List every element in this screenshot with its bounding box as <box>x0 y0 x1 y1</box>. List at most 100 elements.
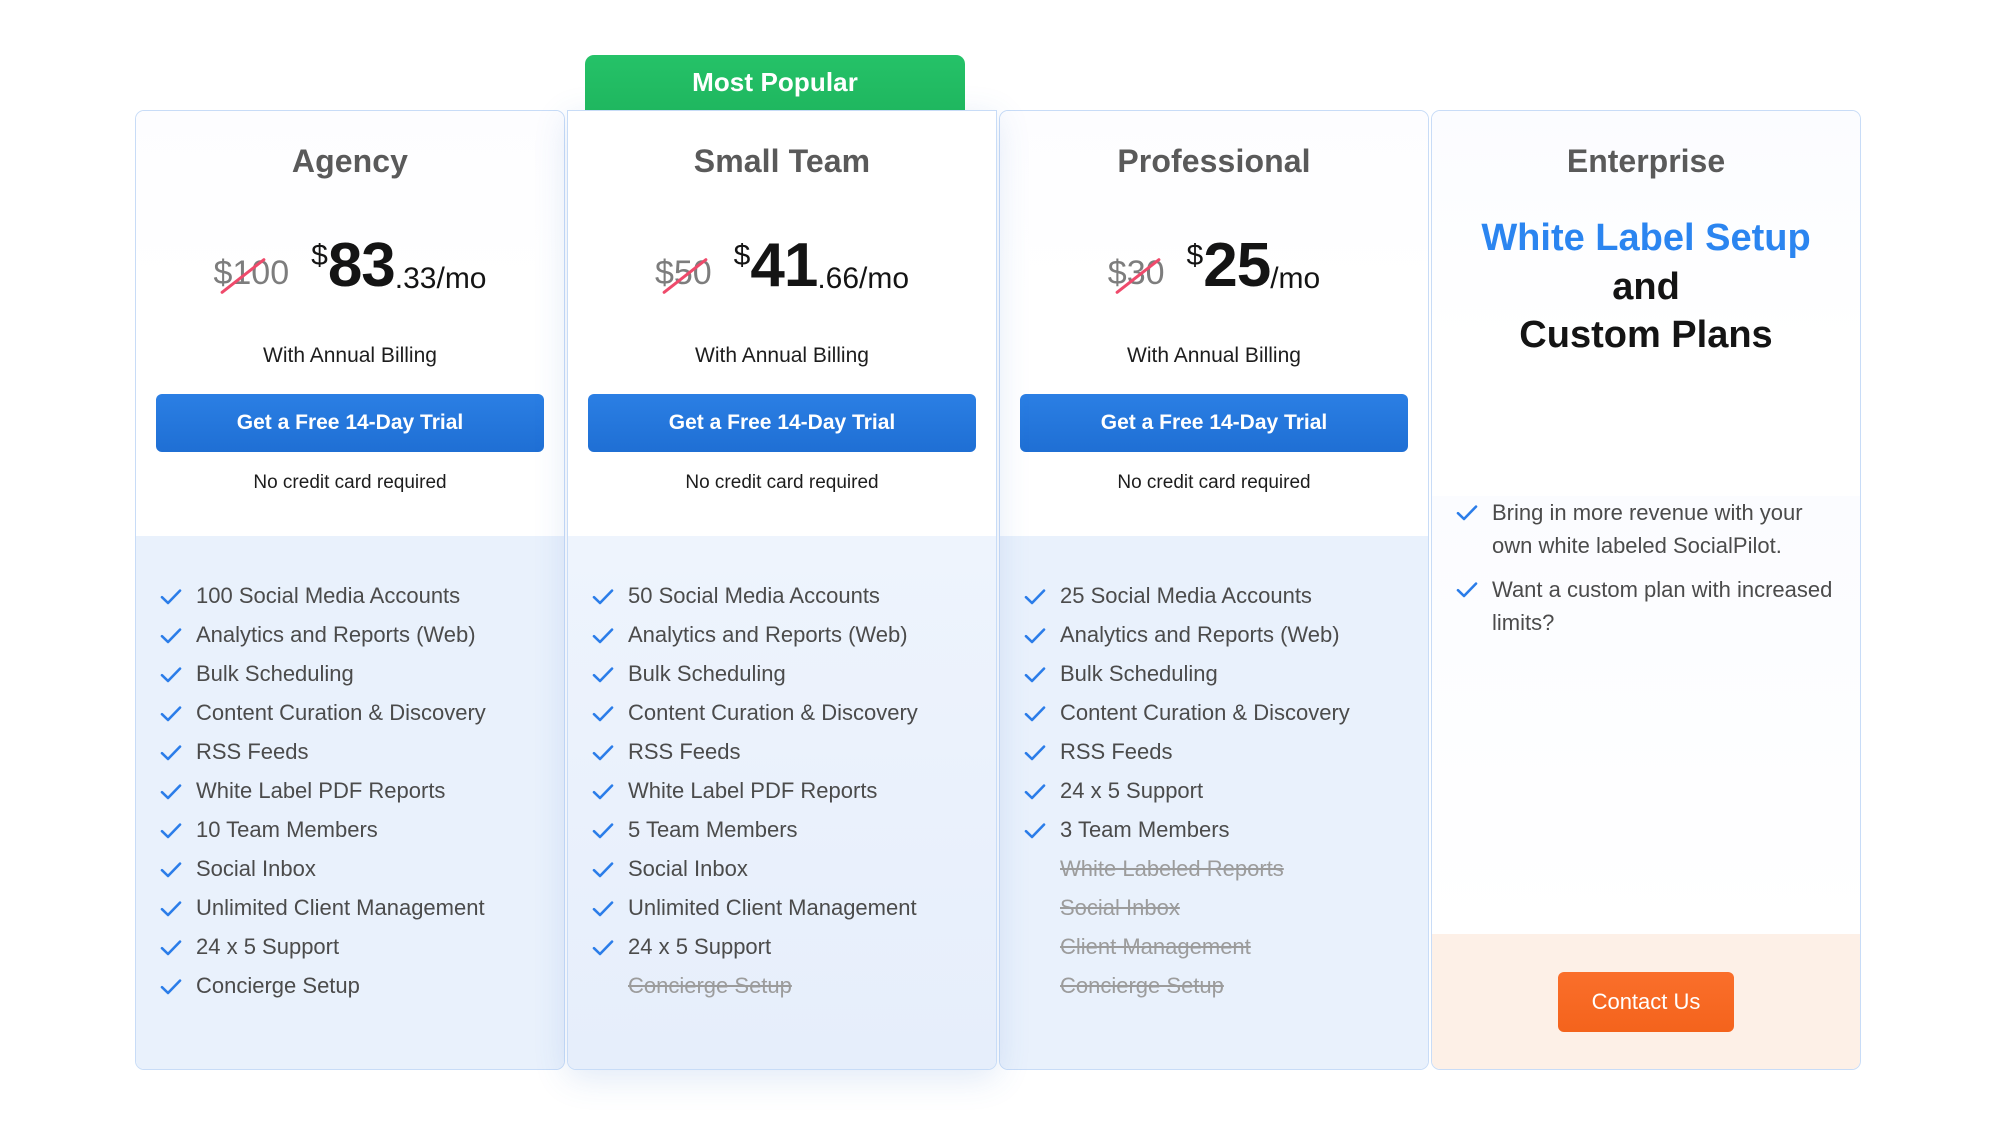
old-price: $50 <box>655 256 712 296</box>
feature-label: Concierge Setup <box>196 973 360 998</box>
no-credit-card-note: No credit card required <box>1117 472 1311 493</box>
check-icon <box>1024 736 1046 761</box>
price-row: $50 $ 41 .66/mo <box>588 226 976 296</box>
price-fraction: .33/mo <box>394 262 487 295</box>
feature-label: 24 x 5 Support <box>1060 778 1204 803</box>
price-integer: 41 <box>750 230 818 300</box>
feature-list: 100 Social Media Accounts Analytics and … <box>136 536 564 1069</box>
feature-item: White Label PDF Reports <box>160 775 542 814</box>
no-credit-card-note: No credit card required <box>685 472 879 493</box>
check-icon <box>592 658 614 683</box>
feature-item: 50 Social Media Accounts <box>592 580 974 619</box>
feature-item: Bulk Scheduling <box>1024 658 1406 697</box>
pricing-cards-row: Agency $100 $ 83 .33/mo With Annual Bill… <box>135 110 1862 1070</box>
feature-item: Concierge Setup <box>160 970 542 1009</box>
feature-item: 100 Social Media Accounts <box>160 580 542 619</box>
feature-label: RSS Feeds <box>196 739 309 764</box>
feature-item: 24 x 5 Support <box>592 931 974 970</box>
tagline-highlight: White Label Setup <box>1481 217 1811 259</box>
check-icon <box>160 970 182 995</box>
feature-item: 24 x 5 Support <box>1024 775 1406 814</box>
old-price: $100 <box>213 256 289 296</box>
enterprise-plan-name: Enterprise <box>1566 143 1726 179</box>
feature-label: 3 Team Members <box>1060 817 1230 842</box>
most-popular-label: Most Popular <box>692 67 858 97</box>
feature-item: Content Curation & Discovery <box>1024 697 1406 736</box>
feature-item: White Label PDF Reports <box>592 775 974 814</box>
feature-item: Social Inbox <box>160 853 542 892</box>
old-price-text: $100 <box>213 254 290 292</box>
feature-item: Client Management <box>1024 931 1406 970</box>
feature-item: Content Curation & Discovery <box>592 697 974 736</box>
check-icon <box>1024 697 1046 722</box>
price-fraction: .66/mo <box>817 262 910 295</box>
feature-label: 24 x 5 Support <box>628 934 772 959</box>
check-icon <box>1456 496 1478 521</box>
feature-label: White Label PDF Reports <box>628 778 878 803</box>
currency-symbol: $ <box>1186 238 1204 272</box>
free-trial-button-agency[interactable]: Get a Free 14-Day Trial <box>156 394 544 452</box>
feature-label: Analytics and Reports (Web) <box>628 622 908 647</box>
check-icon <box>592 580 614 605</box>
most-popular-badge: Most Popular <box>585 55 965 110</box>
free-trial-button-professional[interactable]: Get a Free 14-Day Trial <box>1020 394 1408 452</box>
feature-item: 3 Team Members <box>1024 814 1406 853</box>
enterprise-feature-item: Want a custom plan with increased limits… <box>1456 573 1834 640</box>
enterprise-feature-label: Bring in more revenue with your own whit… <box>1492 500 1803 559</box>
currency-symbol: $ <box>733 238 751 272</box>
feature-item: Concierge Setup <box>592 970 974 1009</box>
feature-item: 24 x 5 Support <box>160 931 542 970</box>
feature-list: 50 Social Media Accounts Analytics and R… <box>568 536 996 1069</box>
check-icon <box>1024 814 1046 839</box>
current-price: $ 41 .66/mo <box>733 230 910 300</box>
feature-label: Concierge Setup <box>1060 973 1224 998</box>
card-header: Agency $100 $ 83 .33/mo With Annual Bill… <box>136 111 564 536</box>
feature-label: Social Inbox <box>628 856 748 881</box>
check-icon <box>592 931 614 956</box>
enterprise-header: Enterprise White Label Setup and Custom P… <box>1432 111 1860 496</box>
feature-label: Bulk Scheduling <box>628 661 786 686</box>
feature-item: 25 Social Media Accounts <box>1024 580 1406 619</box>
feature-label: Concierge Setup <box>628 973 792 998</box>
check-icon <box>160 619 182 644</box>
feature-item: Analytics and Reports (Web) <box>592 619 974 658</box>
check-icon <box>1024 619 1046 644</box>
check-icon <box>160 580 182 605</box>
feature-item: Concierge Setup <box>1024 970 1406 1009</box>
feature-label: Content Curation & Discovery <box>196 700 486 725</box>
billing-note: With Annual Billing <box>1127 344 1301 367</box>
price-fraction: /mo <box>1270 262 1321 295</box>
feature-item: Content Curation & Discovery <box>160 697 542 736</box>
check-icon <box>160 697 182 722</box>
currency-symbol: $ <box>311 238 328 272</box>
check-icon <box>160 775 182 800</box>
check-icon <box>160 892 182 917</box>
pricing-card-small-team: Small Team $50 $ 41 .66/mo With Annual B… <box>567 110 997 1070</box>
feature-item: Social Inbox <box>1024 892 1406 931</box>
check-icon <box>1024 658 1046 683</box>
check-icon <box>592 775 614 800</box>
feature-label: 50 Social Media Accounts <box>628 583 880 608</box>
enterprise-footer: Contact Us <box>1432 934 1860 1069</box>
plan-name: Agency <box>291 143 409 179</box>
enterprise-tagline: White Label Setup and Custom Plans <box>1456 214 1836 360</box>
tagline-rest-1: and <box>1612 265 1680 308</box>
feature-label: White Label PDF Reports <box>196 778 446 803</box>
feature-label: 24 x 5 Support <box>196 934 340 959</box>
feature-label: Social Inbox <box>1060 895 1180 920</box>
check-icon <box>592 619 614 644</box>
pricing-card-professional: Professional $30 $ 25 /mo With Annual Bi… <box>999 110 1429 1070</box>
feature-label: 100 Social Media Accounts <box>196 583 461 608</box>
check-icon <box>1024 580 1046 605</box>
check-icon <box>592 736 614 761</box>
check-icon <box>1024 775 1046 800</box>
check-icon <box>160 736 182 761</box>
feature-label: Social Inbox <box>196 856 316 881</box>
feature-label: Analytics and Reports (Web) <box>196 622 476 647</box>
free-trial-button-small-team[interactable]: Get a Free 14-Day Trial <box>588 394 976 452</box>
pricing-table: Most Popular Agency $100 $ 83 .33/mo Wit… <box>0 0 1996 1142</box>
feature-label: 5 Team Members <box>628 817 798 842</box>
feature-label: RSS Feeds <box>1060 739 1173 764</box>
enterprise-feature-label: Want a custom plan with increased limits… <box>1492 576 1833 636</box>
contact-us-button[interactable]: Contact Us <box>1557 971 1735 1032</box>
